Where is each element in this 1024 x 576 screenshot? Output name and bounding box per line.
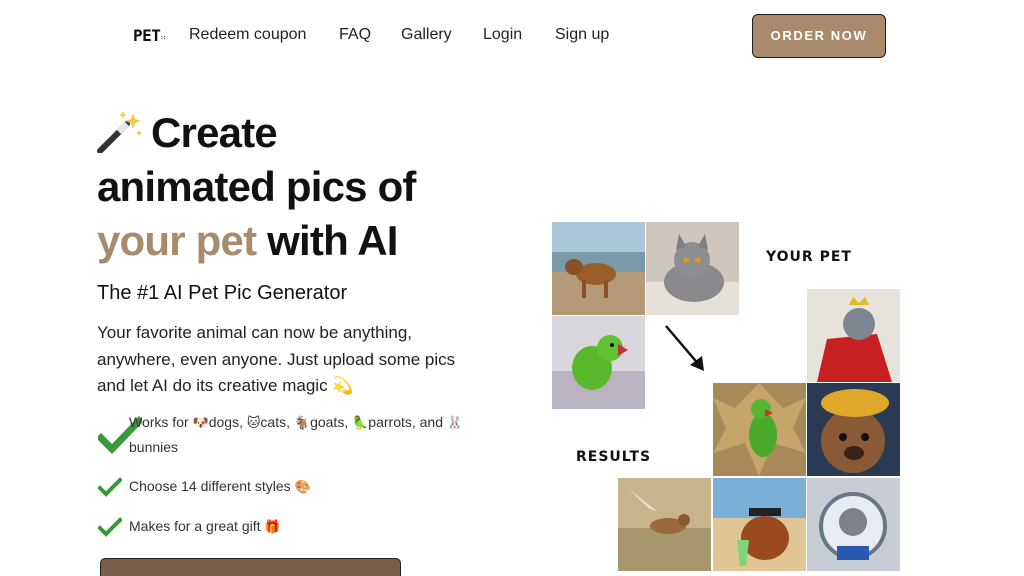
magic-wand-icon	[97, 111, 142, 153]
result-flying-dog	[618, 478, 711, 571]
check-icon	[98, 477, 122, 497]
rabbit-icon: 🐰	[446, 415, 464, 430]
logo-text: PET	[133, 26, 161, 45]
feature-text: dogs,	[208, 414, 247, 430]
palette-icon: 🎨	[294, 479, 311, 494]
logo-small-text: ::	[160, 35, 166, 41]
hero-subtitle: The #1 AI Pet Pic Generator	[97, 282, 348, 304]
label-your-pet: YOUR PET	[766, 249, 852, 265]
nav-link-gallery[interactable]: Gallery	[401, 26, 452, 44]
feature-text: Choose 14 different styles	[129, 478, 295, 494]
result-dog-beach-drink	[713, 478, 806, 571]
dizzy-icon: 💫	[332, 376, 354, 395]
feature-item-animals: Works for 🐶dogs, 🐱cats, 🐐goats, 🦜parrots…	[129, 410, 479, 459]
gift-icon: 🎁	[264, 519, 281, 534]
feature-item-gift: Makes for a great gift 🎁	[129, 514, 429, 539]
result-dog-beret	[807, 383, 900, 476]
feature-text: Makes for a great gift	[129, 518, 265, 534]
input-photo-dog-beach	[552, 222, 645, 315]
nav-link-faq[interactable]: FAQ	[339, 26, 371, 44]
goat-icon: 🐐	[293, 415, 311, 430]
label-results: RESULTS	[576, 449, 652, 465]
hero-description-text: Your favorite animal can now be anything…	[97, 323, 456, 395]
input-photo-parrot	[552, 316, 645, 409]
check-icon	[98, 517, 122, 537]
cat-icon: 🐱	[246, 415, 261, 430]
hero-description: Your favorite animal can now be anything…	[97, 320, 487, 400]
site-logo[interactable]: PET::	[133, 26, 166, 45]
hero-title-line2: animated pics of	[97, 163, 416, 210]
dog-icon: 🐶	[192, 415, 209, 430]
result-parrot-gold	[713, 383, 806, 476]
nav-link-login[interactable]: Login	[483, 26, 522, 44]
nav-link-redeem-coupon[interactable]: Redeem coupon	[189, 26, 306, 44]
nav-link-sign-up[interactable]: Sign up	[555, 26, 609, 44]
get-started-button[interactable]	[100, 558, 401, 576]
input-photo-cat	[646, 222, 739, 315]
feature-text: Works for	[129, 414, 193, 430]
feature-item-styles: Choose 14 different styles 🎨	[129, 474, 429, 499]
feature-text: parrots, and	[368, 414, 447, 430]
result-cat-king	[807, 289, 900, 382]
feature-text: goats,	[310, 414, 353, 430]
hero-title: Create animated pics of your pet with AI	[97, 106, 557, 268]
feature-text: bunnies	[129, 439, 179, 455]
parrot-icon: 🦜	[352, 415, 369, 430]
hero-title-rest: with AI	[256, 217, 398, 264]
result-astronaut-cat	[807, 478, 900, 571]
arrow-down-right-icon	[665, 325, 704, 371]
hero-title-line1: Create	[151, 109, 278, 156]
feature-text: cats,	[260, 414, 294, 430]
hero-title-accent: your pet	[97, 217, 257, 264]
order-now-button[interactable]: ORDER NOW	[752, 14, 886, 58]
